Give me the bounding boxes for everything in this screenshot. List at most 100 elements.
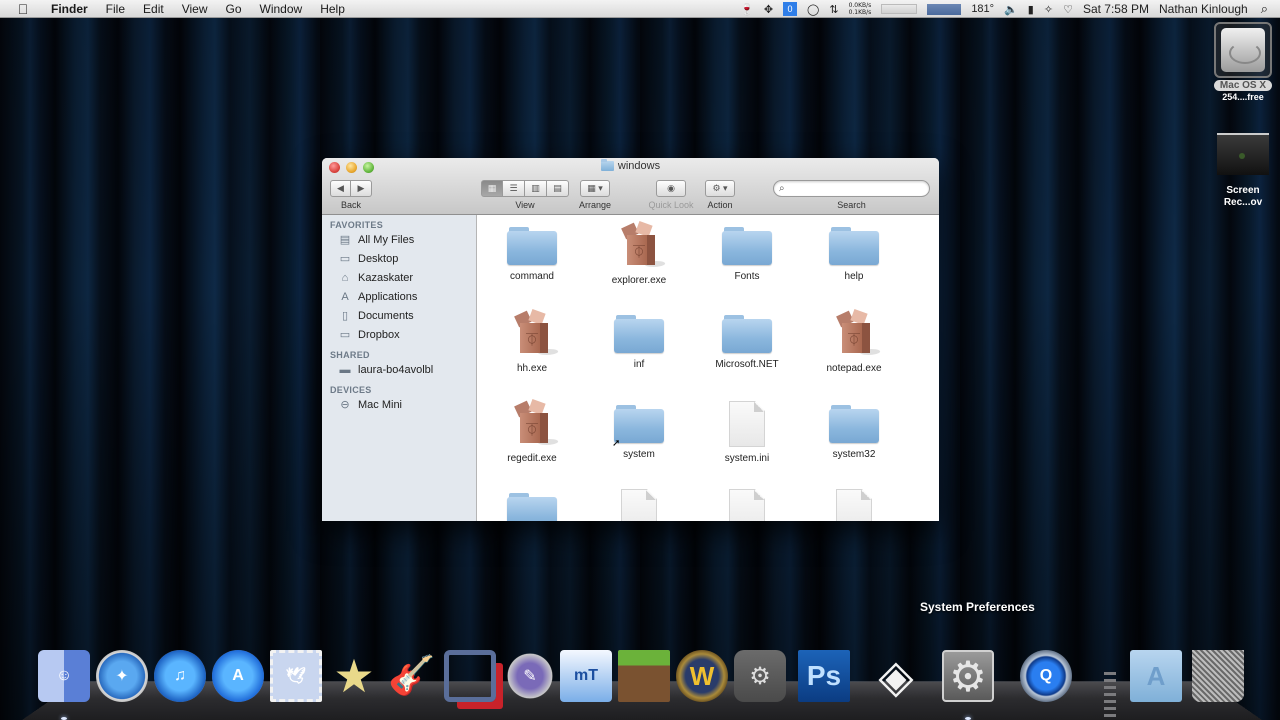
dock-item-imovie[interactable]: ★ [328, 650, 380, 702]
dropbox-icon[interactable]: ✥ [764, 0, 773, 18]
forward-button[interactable]: ▶ [351, 180, 372, 197]
folder-icon [722, 315, 772, 353]
file-item[interactable]: ⏁ regedit.exe [482, 398, 582, 464]
dock-item-quicktime-player[interactable]: Q [1020, 650, 1072, 702]
finder-toolbar: windows ◀ ▶ Back ▦ ☰ ▥ ▤ View ▦ ▾ Arrang… [322, 158, 939, 215]
system-preferences-icon: ⚙ [949, 652, 987, 700]
file-item[interactable]: Fonts [697, 227, 797, 282]
dock-item-system-preferences[interactable]: ⚙ [942, 650, 994, 702]
dock-item-mail[interactable]: 🕊 [270, 650, 322, 702]
back-button[interactable]: ◀ [330, 180, 351, 197]
menu-help[interactable]: Help [311, 0, 354, 18]
wifi-icon[interactable]: ♡ [1063, 0, 1073, 18]
file-name-label: command [510, 271, 554, 282]
file-item[interactable]: ➚ system [589, 405, 689, 460]
notification-badge[interactable]: 0 [783, 2, 798, 16]
sidebar-item-shared-computer[interactable]: ▬ laura-bo4avolbl [322, 360, 476, 379]
window-title-text: windows [617, 160, 661, 172]
spotlight-search-icon[interactable]: ⌕ [1261, 0, 1268, 18]
clock[interactable]: Sat 7:58 PM [1083, 0, 1149, 18]
temperature-readout[interactable]: 181° [971, 0, 994, 18]
desktop-icon-hard-drive[interactable]: Mac OS X 254....free [1208, 22, 1278, 102]
dock-item-garageband[interactable]: 🎸 [386, 650, 438, 702]
quick-look-button[interactable]: ◉ [656, 180, 686, 197]
menu-edit[interactable]: Edit [134, 0, 173, 18]
arrange-button[interactable]: ▦ ▾ [580, 180, 610, 197]
dock-item-vmware-fusion[interactable] [444, 650, 496, 702]
column-view-button[interactable]: ▥ [525, 180, 547, 197]
menu-window[interactable]: Window [251, 0, 312, 18]
executable-box-icon: ⏁ [512, 308, 560, 357]
dock-item-minecraft[interactable] [618, 650, 670, 702]
sidebar-item-label: All My Files [358, 233, 415, 246]
file-item[interactable]: command [482, 227, 582, 282]
network-speed[interactable]: 0.0KB/s 0.1KB/s [849, 0, 872, 18]
finder-window: windows ◀ ▶ Back ▦ ☰ ▥ ▤ View ▦ ▾ Arrang… [322, 158, 939, 521]
file-name-label: system.ini [724, 453, 770, 464]
search-input[interactable] [787, 183, 918, 194]
file-item[interactable]: system32 [804, 405, 904, 460]
file-item[interactable]: ⏁ explorer.exe [589, 220, 689, 286]
file-item[interactable]: inf [589, 315, 689, 370]
back-label: Back [340, 200, 361, 210]
user-name[interactable]: Nathan Kinlough [1159, 0, 1248, 18]
chat-bubble-icon[interactable]: ◯ [807, 0, 819, 18]
finder-icon: ☺ [55, 667, 73, 684]
dock-item-finder[interactable]: ☺ [38, 650, 90, 702]
updown-arrows-icon[interactable]: ⇅ [829, 0, 838, 18]
dock-item-app-store[interactable]: A [212, 650, 264, 702]
file-item[interactable]: help [804, 227, 904, 282]
list-view-button[interactable]: ☰ [503, 180, 525, 197]
dock-item-trash[interactable] [1192, 650, 1244, 702]
search-field[interactable]: ⌕ [773, 180, 930, 197]
dock-item-world-of-warcraft[interactable]: W [676, 650, 728, 702]
sidebar-item-home[interactable]: ⌂ Kazaskater [322, 268, 476, 287]
status-menus: 🍷 ✥ 0 ◯ ⇅ 0.0KB/s 0.1KB/s 181° 🔈 ▮ ✧ ♡ S… [735, 0, 1280, 18]
file-name-label: notepad.exe [826, 363, 882, 374]
sidebar-item-mac-mini[interactable]: ⊖ Mac Mini [322, 395, 476, 414]
arrange-label: Arrange [578, 200, 612, 210]
arrange-control: ▦ ▾ [580, 180, 610, 197]
dock-item-mactubes[interactable]: mT [560, 650, 612, 702]
bluetooth-icon[interactable]: ✧ [1044, 0, 1053, 18]
file-item[interactable] [804, 489, 904, 521]
sidebar-item-all-my-files[interactable]: ▤ All My Files [322, 230, 476, 249]
sidebar-item-label: Dropbox [358, 328, 400, 341]
file-item[interactable] [589, 489, 689, 521]
dock-item-script-editor[interactable]: ✎ [504, 650, 556, 702]
file-item[interactable]: Microsoft.NET [697, 315, 797, 370]
dock-item-unity[interactable]: ◈ [870, 650, 922, 702]
sidebar-item-applications[interactable]: A Applications [322, 287, 476, 306]
wine-glass-icon[interactable]: 🍷 [740, 0, 754, 18]
dock-item-safari[interactable]: ✦ [96, 650, 148, 702]
file-item[interactable]: ⏁ hh.exe [482, 308, 582, 374]
sidebar-item-documents[interactable]: ▯ Documents [322, 306, 476, 325]
sidebar-item-label: Desktop [358, 252, 399, 265]
battery-meter-icon[interactable]: ▮ [1028, 0, 1034, 18]
dock-item-itunes[interactable]: ♫ [154, 650, 206, 702]
file-item[interactable] [697, 489, 797, 521]
desktop-icon-screen-recording[interactable]: Screen Rec...ov [1208, 133, 1278, 209]
file-item[interactable] [482, 493, 582, 521]
cpu-meter[interactable] [881, 4, 918, 14]
icon-view-button[interactable]: ▦ [481, 180, 503, 197]
file-item[interactable]: ⏁ notepad.exe [804, 308, 904, 374]
volume-icon[interactable]: 🔈 [1004, 0, 1018, 18]
dock-item-steam[interactable]: ⚙ [734, 650, 786, 702]
file-item[interactable]: system.ini [697, 401, 797, 464]
apple-menu-icon[interactable]:  [14, 0, 32, 18]
menu-app-finder[interactable]: Finder [42, 0, 97, 18]
quicktime-icon: Q [1039, 667, 1053, 684]
magnifier-icon: ⌕ [779, 183, 785, 194]
action-button[interactable]: ⚙ ▾ [705, 180, 735, 197]
memory-meter[interactable] [927, 3, 962, 15]
menu-view[interactable]: View [173, 0, 217, 18]
menu-file[interactable]: File [97, 0, 134, 18]
dock-item-applications[interactable]: A [1130, 650, 1182, 702]
cover-flow-button[interactable]: ▤ [547, 180, 569, 197]
sidebar-item-desktop[interactable]: ▭ Desktop [322, 249, 476, 268]
dock-separator[interactable] [1104, 672, 1116, 718]
menu-go[interactable]: Go [217, 0, 251, 18]
sidebar-item-dropbox[interactable]: ▭ Dropbox [322, 325, 476, 344]
dock-item-photoshop[interactable]: Ps [798, 650, 850, 702]
